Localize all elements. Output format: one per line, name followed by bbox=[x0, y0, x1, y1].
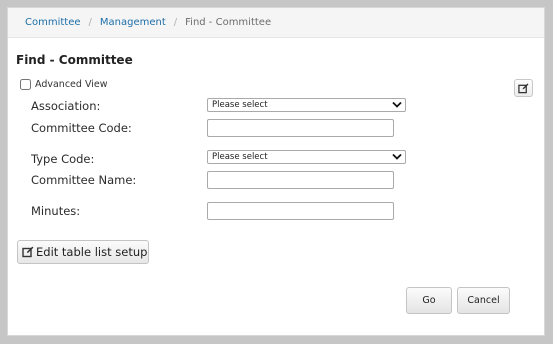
edit-icon bbox=[518, 83, 529, 93]
type-code-label: Type Code: bbox=[31, 152, 95, 166]
find-committee-window: Committee / Management / Find - Committe… bbox=[7, 7, 545, 336]
advanced-view-checkbox[interactable] bbox=[20, 79, 31, 90]
association-label: Association: bbox=[31, 99, 101, 113]
breadcrumb-separator: / bbox=[173, 17, 178, 28]
edit-table-list-setup-label: Edit table list setup bbox=[36, 245, 148, 259]
cancel-button[interactable]: Cancel bbox=[457, 287, 510, 314]
chevron-down-icon bbox=[392, 101, 402, 108]
page-title: Find - Committee bbox=[16, 53, 133, 67]
edit-icon bbox=[22, 246, 34, 258]
go-button-label: Go bbox=[422, 295, 436, 306]
cancel-button-label: Cancel bbox=[467, 295, 500, 306]
committee-code-label: Committee Code: bbox=[31, 121, 132, 135]
minutes-input[interactable] bbox=[207, 202, 394, 220]
go-button[interactable]: Go bbox=[406, 287, 452, 314]
type-code-select-value: Please select bbox=[212, 152, 268, 162]
edit-table-list-setup-button[interactable]: Edit table list setup bbox=[17, 240, 149, 264]
advanced-view-toggle[interactable]: Advanced View bbox=[20, 79, 108, 90]
type-code-select[interactable]: Please select bbox=[207, 150, 406, 164]
association-select-value: Please select bbox=[212, 100, 268, 110]
breadcrumb-separator: / bbox=[88, 17, 92, 28]
breadcrumb-current: Find - Committee bbox=[185, 17, 272, 28]
chevron-down-icon bbox=[392, 153, 402, 160]
edit-layout-button[interactable] bbox=[514, 79, 533, 97]
committee-name-label: Committee Name: bbox=[31, 173, 137, 187]
minutes-label: Minutes: bbox=[31, 204, 81, 218]
breadcrumb-link-management[interactable]: Management bbox=[100, 17, 166, 28]
committee-code-input[interactable] bbox=[207, 119, 394, 137]
breadcrumb: Committee / Management / Find - Committe… bbox=[8, 8, 544, 38]
breadcrumb-link-committee[interactable]: Committee bbox=[25, 17, 81, 28]
advanced-view-label: Advanced View bbox=[35, 79, 108, 90]
association-select[interactable]: Please select bbox=[207, 98, 406, 112]
committee-name-input[interactable] bbox=[207, 171, 394, 189]
